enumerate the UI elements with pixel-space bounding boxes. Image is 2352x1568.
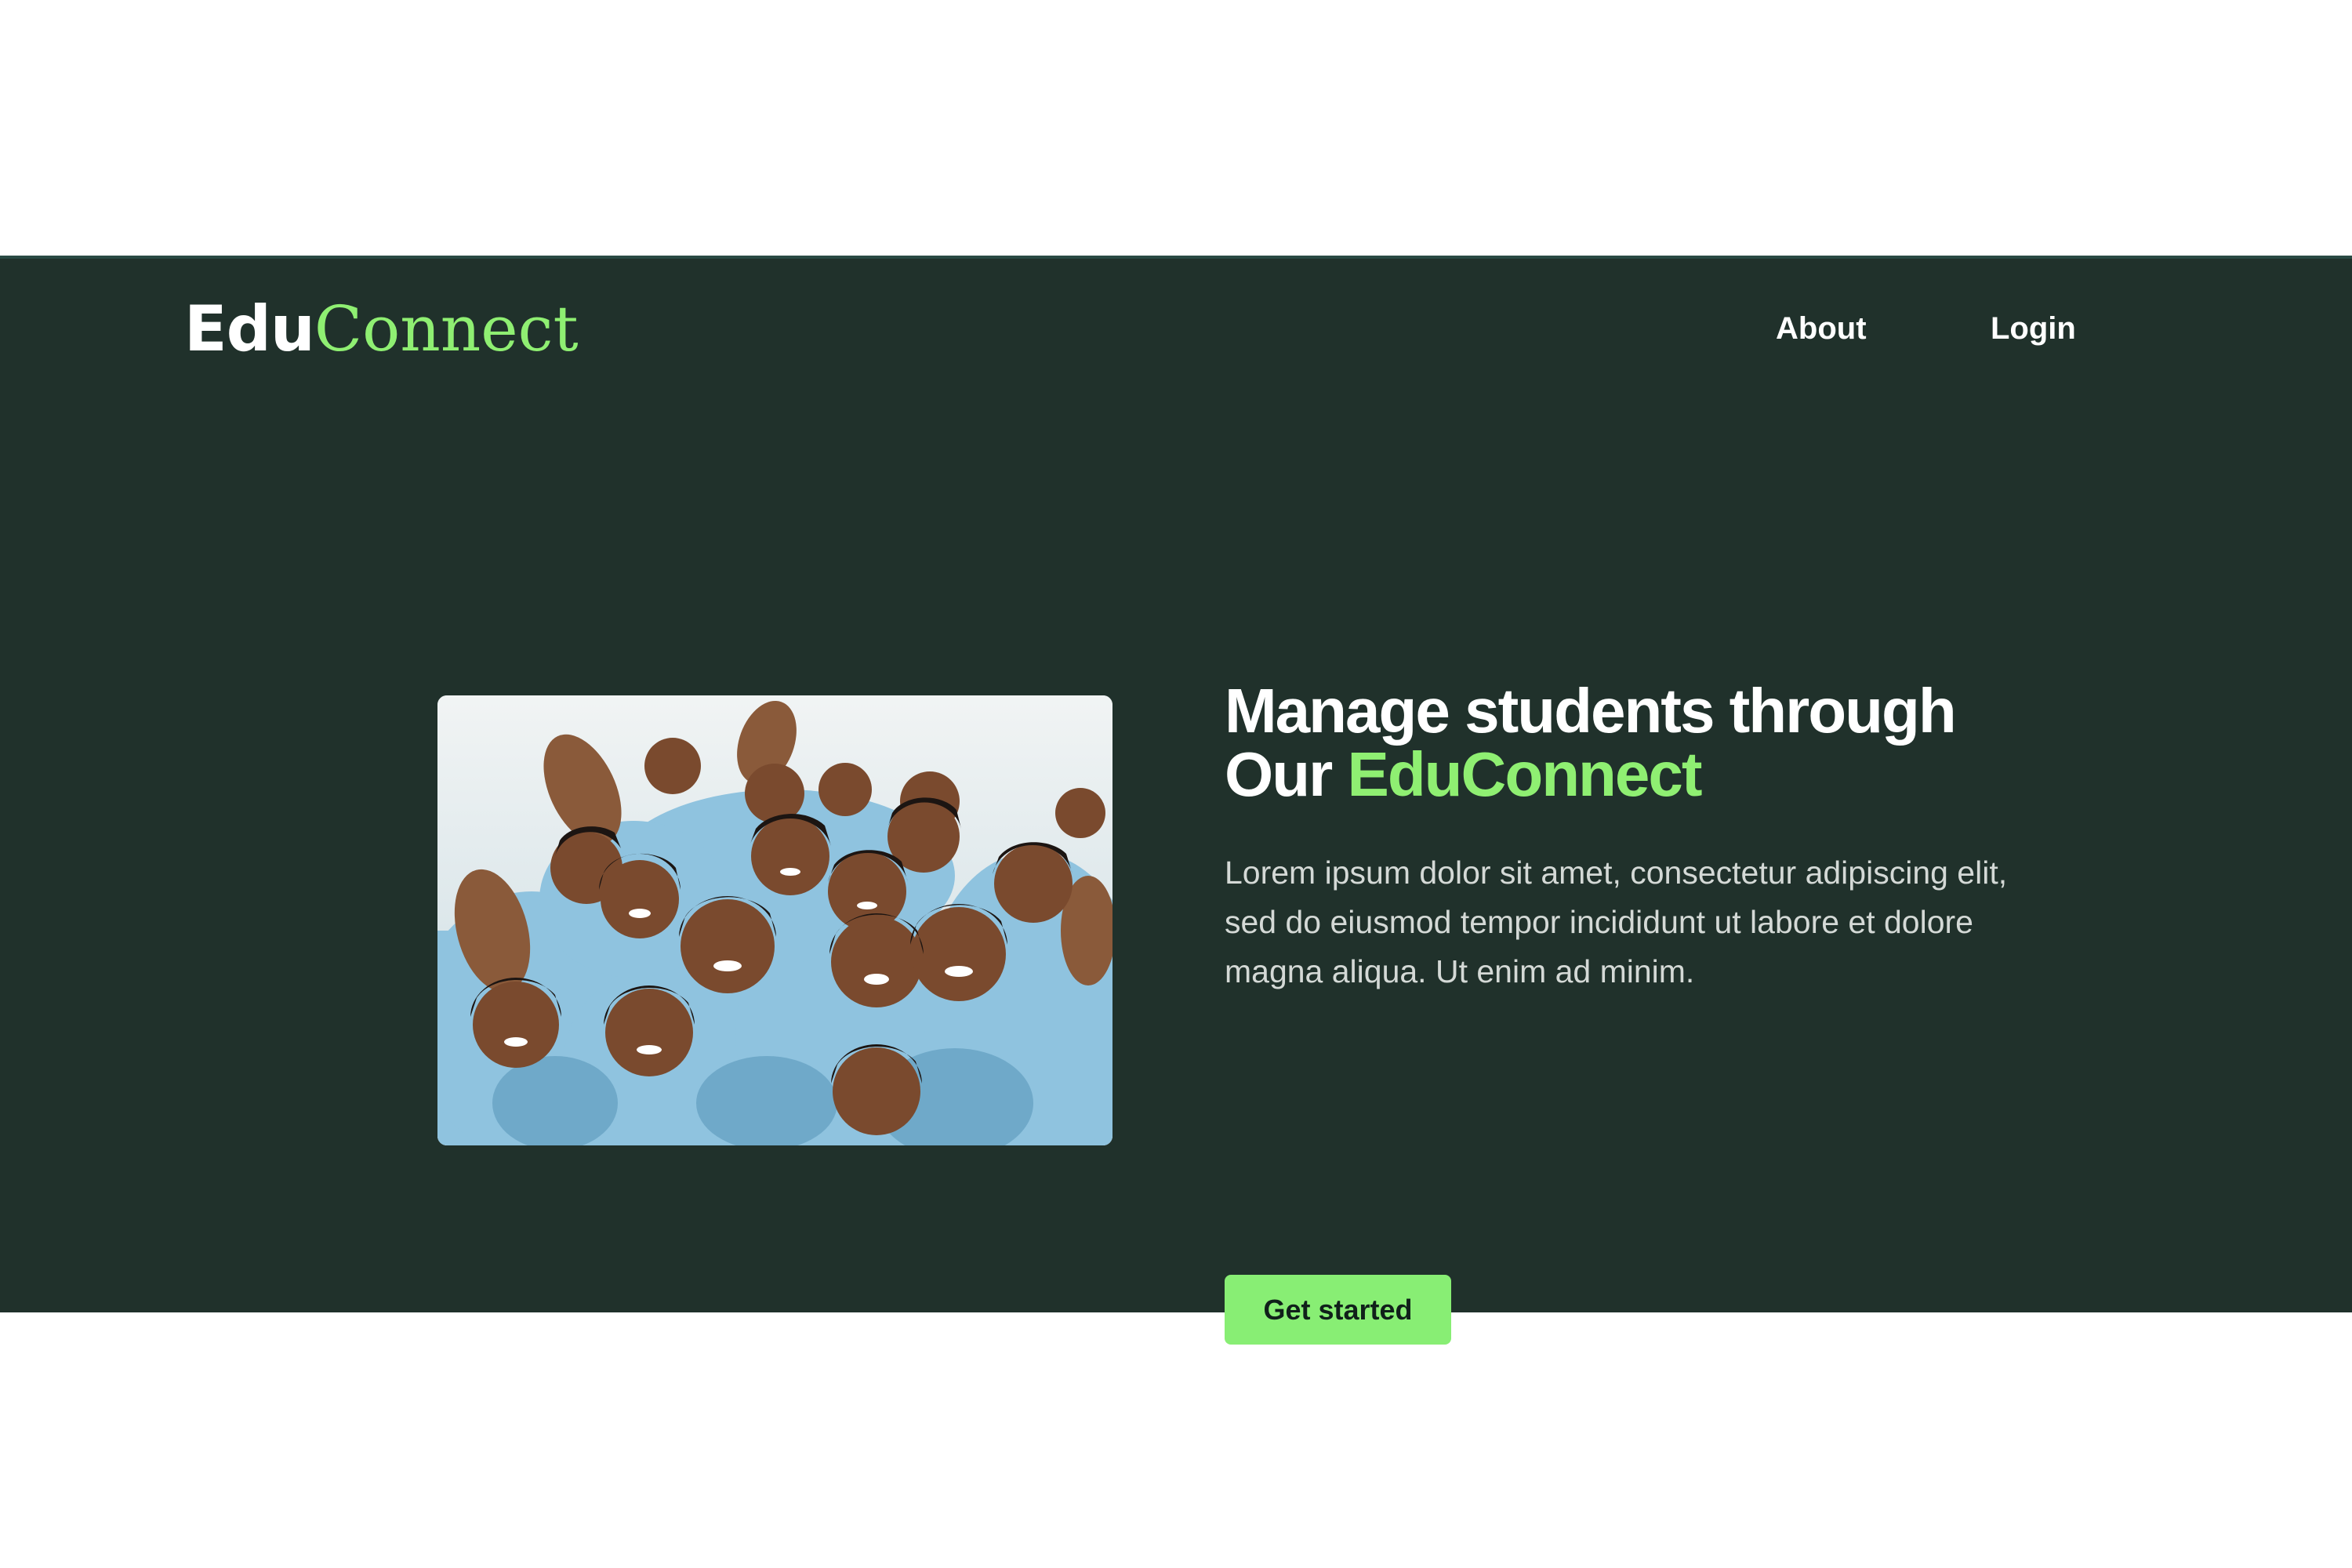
- headline-prefix: Our: [1225, 739, 1348, 809]
- hero-section: EduConnect About Login Manage students t…: [0, 256, 2352, 1345]
- nav-about-link[interactable]: About: [1776, 309, 1867, 348]
- hero-description: Lorem ipsum dolor sit amet, consectetur …: [1225, 855, 2008, 989]
- get-started-button[interactable]: Get started: [1225, 1275, 1451, 1345]
- headline-line-2: Our EduConnect: [1225, 742, 2087, 806]
- logo-edu-text: Edu: [184, 292, 315, 365]
- headline-line-1: Manage students through: [1225, 676, 1957, 746]
- headline-accent: EduConnect: [1347, 739, 1702, 809]
- divider: [0, 256, 2352, 259]
- logo[interactable]: EduConnect: [184, 290, 579, 368]
- logo-connect-text: Connect: [314, 292, 579, 365]
- students-photo-illustration: [437, 695, 1112, 1145]
- hero-headline: Manage students through Our EduConnect: [1225, 679, 2087, 806]
- nav-login-link[interactable]: Login: [1991, 309, 2076, 348]
- page: EduConnect About Login Manage students t…: [0, 0, 2352, 1568]
- hero-image: [437, 695, 1112, 1145]
